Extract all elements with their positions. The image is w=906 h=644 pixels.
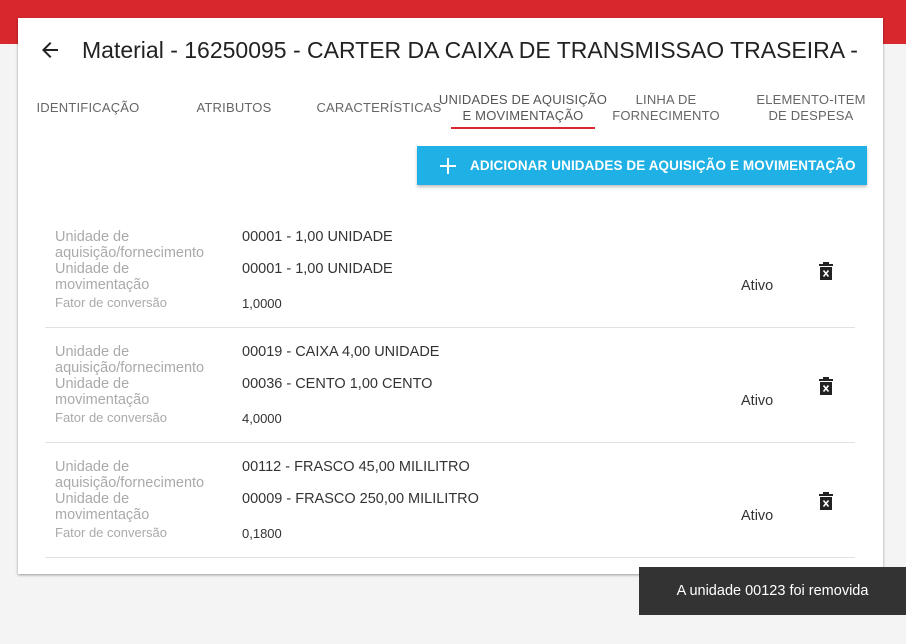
list-item: Unidade de aquisição/fornecimento Unidad… [45,213,855,328]
tab-linha-fornecimento[interactable]: LINHA DE FORNECIMENTO [606,86,726,130]
plus-icon [440,157,456,174]
tab-label-line2: DE DESPESA [768,108,854,123]
status-text: Ativo [741,393,774,409]
tab-label: IDENTIFICAÇÃO [36,100,140,115]
snackbar-message: A unidade 00123 foi removida [676,583,869,599]
tab-atributos[interactable]: ATRIBUTOS [178,86,290,130]
factor-label: Fator de conversão [55,295,168,310]
acquisition-label: Unidade de aquisição/fornecimento [55,344,204,376]
movement-label-line1: Unidade de [55,261,130,277]
tab-identificacao[interactable]: IDENTIFICAÇÃO [28,86,148,130]
acquisition-label-line2: aquisição/fornecimento [55,360,205,376]
back-button[interactable] [38,38,62,62]
movement-label: Unidade de movimentação [55,376,149,408]
movement-label-line1: Unidade de [55,376,130,392]
acquisition-label: Unidade de aquisição/fornecimento [55,459,204,491]
tab-caracteristicas[interactable]: CARACTERÍSTICAS [314,86,444,130]
tab-label-line1: ELEMENTO-ITEM [756,92,866,107]
movement-label-line2: movimentação [55,277,150,293]
acquisition-label-line2: aquisição/fornecimento [55,245,205,261]
movement-label-line2: movimentação [55,392,150,408]
active-tab-indicator [451,127,595,129]
acquisition-value: 00001 - 1,00 UNIDADE [242,229,393,245]
acquisition-label: Unidade de aquisição/fornecimento [55,229,204,261]
factor-label: Fator de conversão [55,525,168,540]
status-text: Ativo [741,508,774,524]
units-list: Unidade de aquisição/fornecimento Unidad… [45,213,855,558]
snackbar: A unidade 00123 foi removida [639,567,906,615]
material-card: Material - 16250095 - CARTER DA CAIXA DE… [18,18,883,574]
delete-icon[interactable] [818,262,834,280]
list-item: Unidade de aquisição/fornecimento Unidad… [45,328,855,443]
arrow-left-icon[interactable] [38,38,62,62]
acquisition-label-line1: Unidade de [55,229,130,245]
factor-value: 1,0000 [242,296,282,311]
movement-label: Unidade de movimentação [55,491,149,523]
tab-bar: IDENTIFICAÇÃO ATRIBUTOS CARACTERÍSTICAS … [18,86,883,132]
movement-value: 00001 - 1,00 UNIDADE [242,261,393,277]
movement-value: 00009 - FRASCO 250,00 MILILITRO [242,491,479,507]
factor-value: 0,1800 [242,526,282,541]
tab-elemento-item[interactable]: ELEMENTO-ITEM DE DESPESA [751,86,871,130]
acquisition-value: 00112 - FRASCO 45,00 MILILITRO [242,459,470,475]
movement-label: Unidade de movimentação [55,261,149,293]
tab-unidades[interactable]: UNIDADES DE AQUISIÇÃO E MOVIMENTAÇÃO [438,86,608,130]
add-units-button-label: ADICIONAR UNIDADES DE AQUISIÇÃO E MOVIME… [470,158,856,173]
tab-label-line1: UNIDADES DE AQUISIÇÃO [438,92,608,107]
acquisition-label-line1: Unidade de [55,459,130,475]
delete-icon[interactable] [818,492,834,510]
movement-value: 00036 - CENTO 1,00 CENTO [242,376,433,392]
acquisition-value: 00019 - CAIXA 4,00 UNIDADE [242,344,440,360]
movement-label-line2: movimentação [55,507,150,523]
acquisition-label-line1: Unidade de [55,344,130,360]
acquisition-label-line2: aquisição/fornecimento [55,475,205,491]
list-item: Unidade de aquisição/fornecimento Unidad… [45,443,855,558]
tab-label: CARACTERÍSTICAS [316,100,442,115]
page-title: Material - 16250095 - CARTER DA CAIXA DE… [82,37,858,63]
status-text: Ativo [741,278,774,294]
delete-icon[interactable] [818,377,834,395]
tab-label: ATRIBUTOS [196,100,272,115]
factor-value: 4,0000 [242,411,282,426]
factor-label: Fator de conversão [55,410,168,425]
tab-label-line2: E MOVIMENTAÇÃO [462,108,584,123]
movement-label-line1: Unidade de [55,491,130,507]
tab-label-line1: LINHA DE [635,92,697,107]
tab-label-line2: FORNECIMENTO [612,108,720,123]
add-units-button[interactable]: ADICIONAR UNIDADES DE AQUISIÇÃO E MOVIME… [417,146,867,185]
